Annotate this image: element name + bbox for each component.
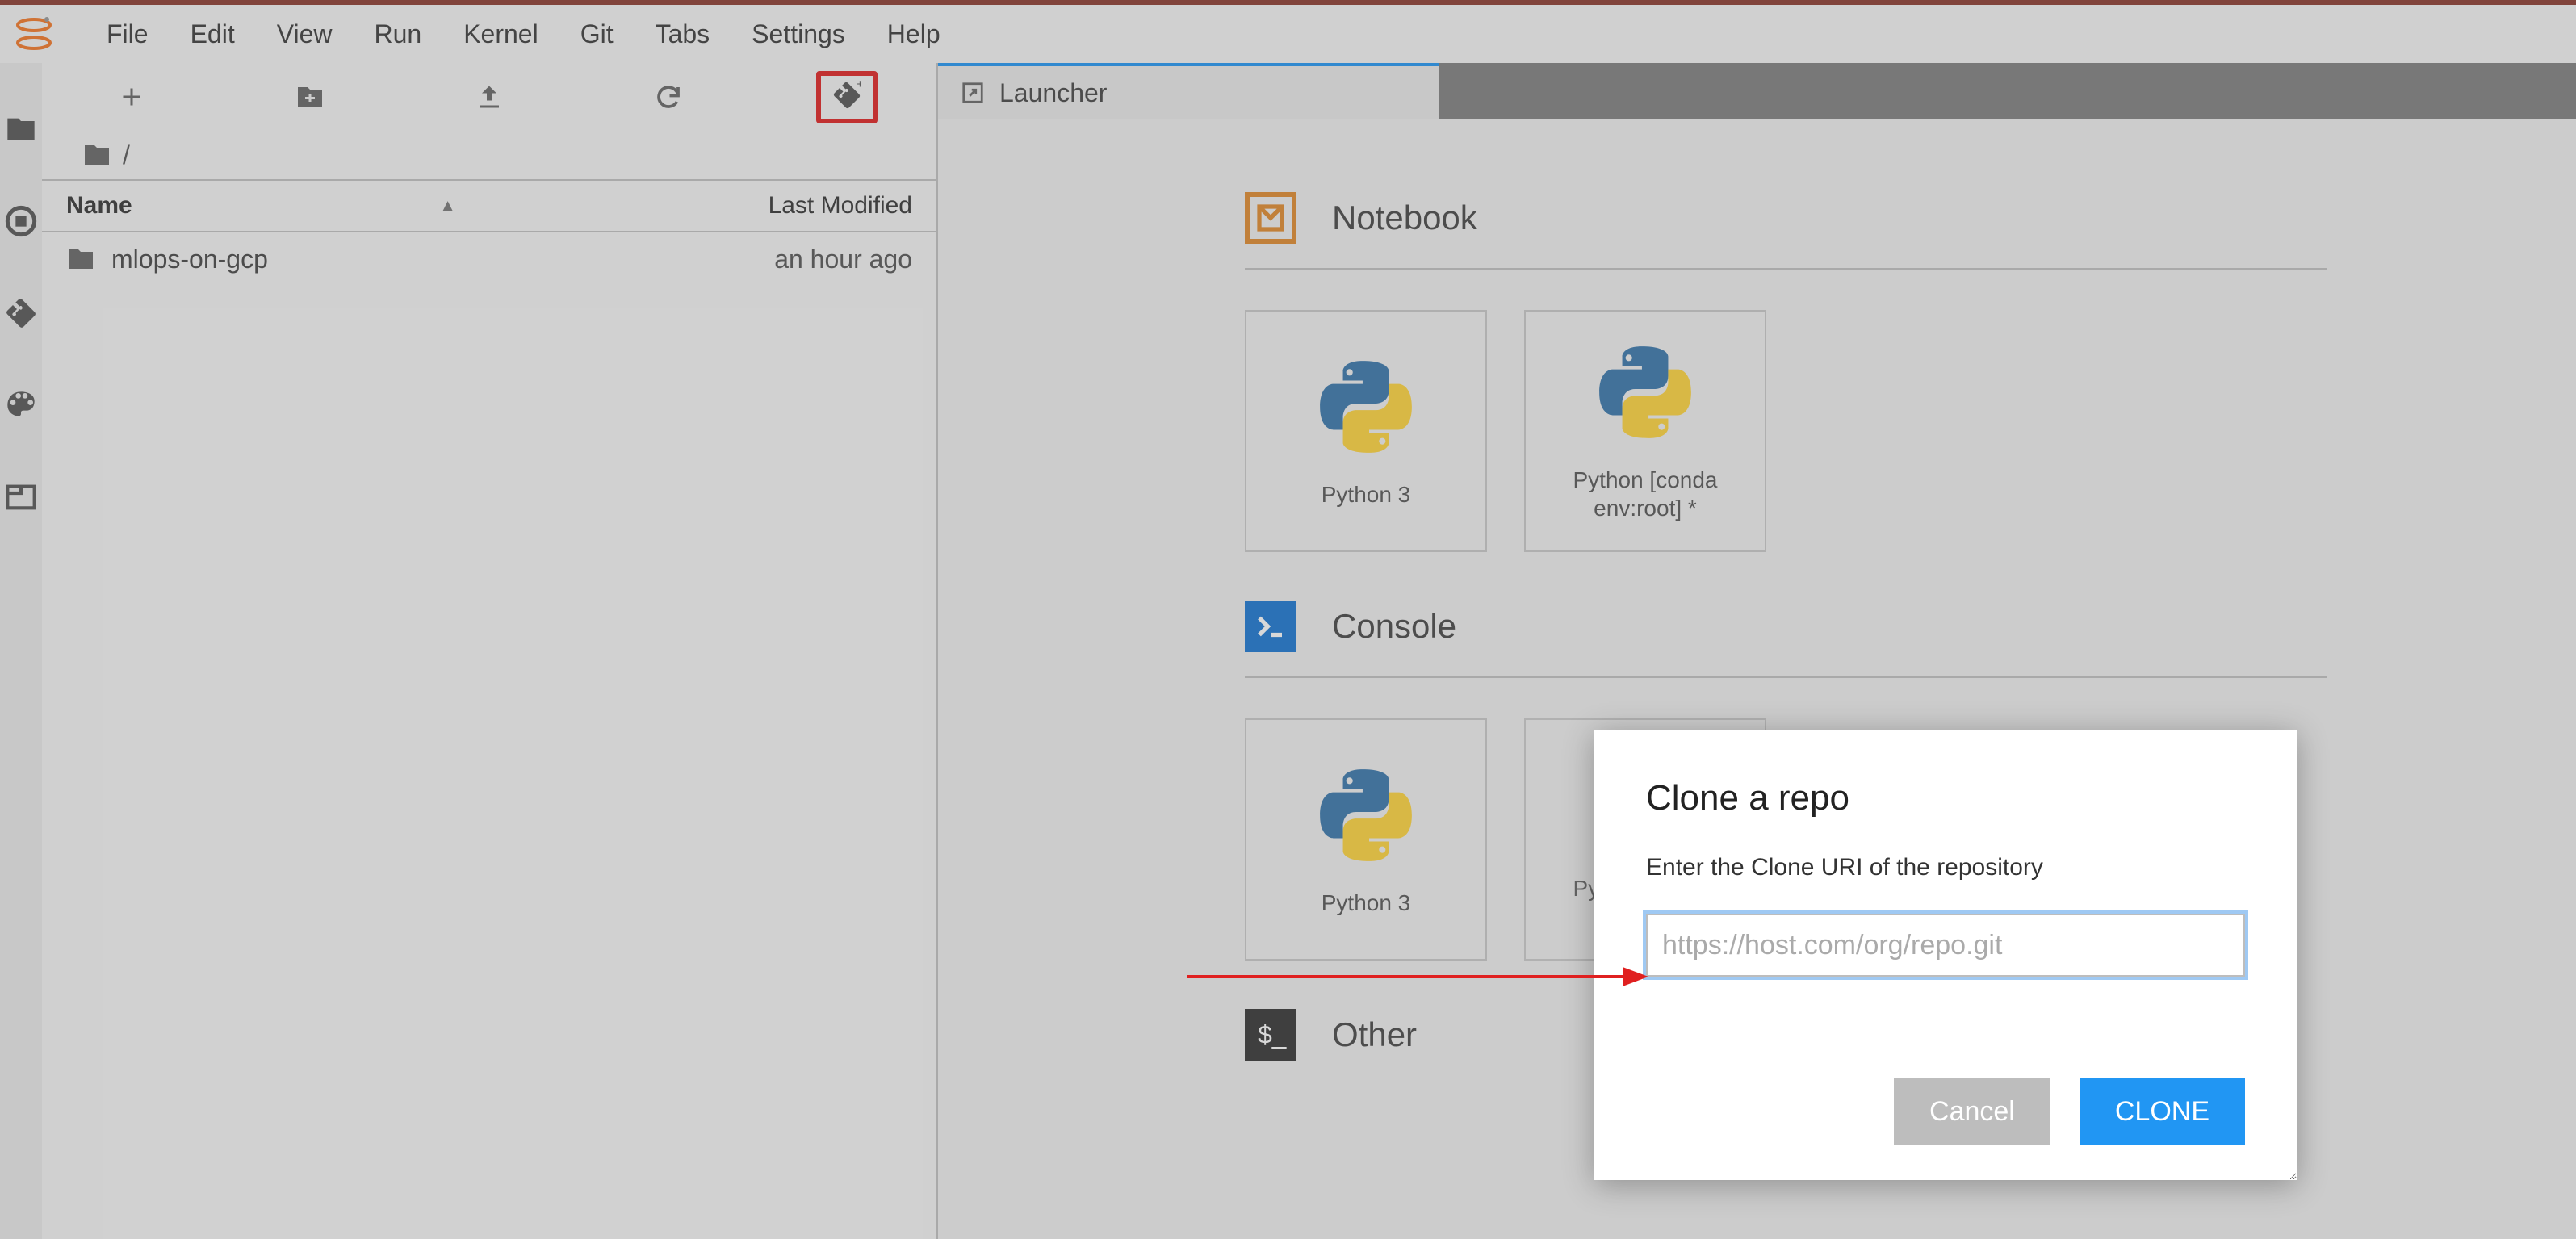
card-label: Python 3 — [1322, 480, 1411, 509]
card-label: Python 3 — [1322, 889, 1411, 917]
file-list-header[interactable]: Name ▲ Last Modified — [42, 179, 936, 232]
tab-label: Launcher — [999, 78, 1107, 108]
tab-launcher[interactable]: Launcher — [938, 63, 1439, 119]
running-icon[interactable] — [3, 203, 39, 239]
tabs-icon[interactable] — [3, 479, 39, 515]
activity-bar — [0, 63, 42, 1239]
menu-help[interactable]: Help — [866, 11, 961, 57]
dialog-title: Clone a repo — [1646, 778, 2245, 818]
upload-button[interactable] — [400, 82, 579, 111]
annotation-arrow-icon — [1187, 952, 1655, 1001]
python-icon — [1313, 354, 1418, 459]
menu-git[interactable]: Git — [559, 11, 635, 57]
file-name: mlops-on-gcp — [111, 245, 268, 274]
file-modified: an hour ago — [774, 245, 912, 274]
console-icon — [1245, 601, 1296, 652]
section-title: Other — [1332, 1015, 1417, 1054]
menu-settings[interactable]: Settings — [731, 11, 866, 57]
menu-file[interactable]: File — [86, 11, 170, 57]
section-title: Console — [1332, 607, 1456, 646]
menu-view[interactable]: View — [256, 11, 354, 57]
palette-icon[interactable] — [3, 387, 39, 423]
menu-bar: File Edit View Run Kernel Git Tabs Setti… — [0, 0, 2576, 63]
new-folder-button[interactable] — [221, 82, 400, 111]
folder-icon[interactable] — [3, 111, 39, 147]
python-icon — [1313, 763, 1418, 868]
clone-uri-input[interactable] — [1646, 914, 2245, 977]
file-browser: + / Name ▲ Last Modified mlops-on-gcp an… — [42, 63, 938, 1239]
column-name[interactable]: Name — [66, 192, 132, 220]
git-icon[interactable] — [3, 295, 39, 331]
launcher-card-python3[interactable]: Python 3 — [1245, 310, 1487, 552]
file-row[interactable]: mlops-on-gcp an hour ago — [42, 232, 936, 286]
clone-repo-dialog: Clone a repo Enter the Clone URI of the … — [1594, 730, 2297, 1180]
svg-text:+: + — [857, 81, 861, 91]
svg-text:$_: $_ — [1258, 1020, 1287, 1049]
launch-icon — [961, 81, 985, 105]
menu-run[interactable]: Run — [353, 11, 442, 57]
launcher-card-conda-root[interactable]: Python [conda env:root] * — [1524, 310, 1766, 552]
terminal-icon: $_ — [1245, 1009, 1296, 1061]
breadcrumb[interactable]: / — [42, 131, 936, 179]
breadcrumb-path: / — [123, 140, 130, 170]
menu-tabs[interactable]: Tabs — [635, 11, 731, 57]
folder-icon — [66, 245, 95, 274]
python-icon — [1593, 340, 1698, 445]
column-modified[interactable]: Last Modified — [769, 192, 912, 220]
new-launcher-button[interactable] — [42, 82, 221, 111]
sort-asc-icon: ▲ — [439, 195, 457, 216]
menu-edit[interactable]: Edit — [170, 11, 256, 57]
section-title: Notebook — [1332, 199, 1477, 237]
menu-kernel[interactable]: Kernel — [442, 11, 559, 57]
refresh-button[interactable] — [579, 82, 758, 111]
notebook-icon — [1245, 192, 1296, 244]
section-notebook: Notebook Python 3 Python [conda env:root… — [1245, 192, 2576, 552]
file-toolbar: + — [42, 63, 936, 131]
folder-icon — [82, 140, 111, 170]
dialog-prompt: Enter the Clone URI of the repository — [1646, 854, 2245, 881]
card-label: Python [conda env:root] * — [1539, 466, 1752, 522]
jupyter-logo-icon — [15, 15, 53, 53]
git-clone-button[interactable]: + — [757, 71, 936, 123]
tab-bar: Launcher — [938, 63, 2576, 119]
cancel-button[interactable]: Cancel — [1894, 1078, 2050, 1145]
clone-button[interactable]: CLONE — [2080, 1078, 2245, 1145]
launcher-card-python3-console[interactable]: Python 3 — [1245, 718, 1487, 961]
